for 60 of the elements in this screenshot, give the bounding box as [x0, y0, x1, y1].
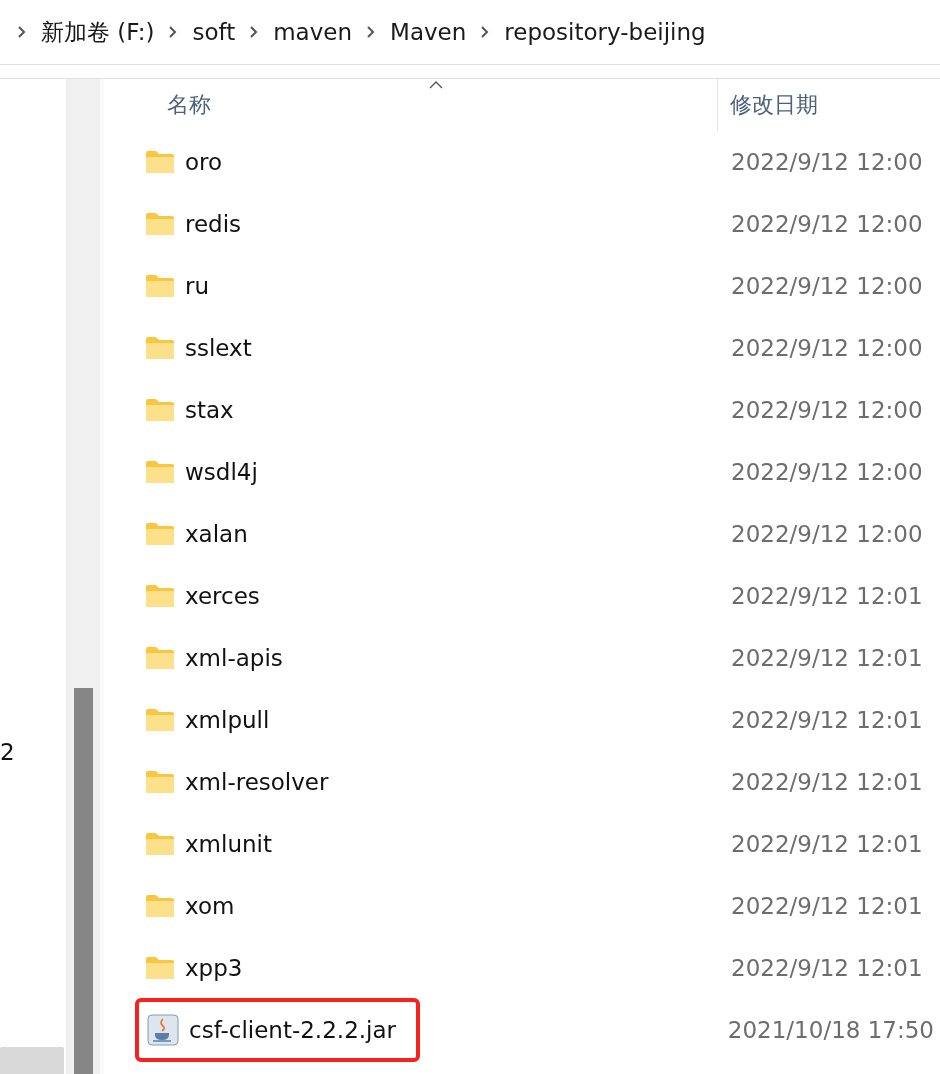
- breadcrumb-item[interactable]: soft: [192, 19, 236, 45]
- modified-date: 2022/9/12 12:00: [731, 397, 923, 423]
- scrollbar-thumb[interactable]: [73, 688, 93, 1074]
- breadcrumb-item[interactable]: Maven: [390, 19, 467, 45]
- folder-icon: [145, 150, 175, 174]
- file-name[interactable]: xalan: [185, 521, 248, 547]
- java-file-icon: [147, 1014, 179, 1046]
- folder-icon: [145, 708, 175, 732]
- modified-date: 2022/9/12 12:01: [731, 831, 923, 857]
- folder-icon: [145, 398, 175, 422]
- modified-date: 2022/9/12 12:00: [731, 149, 923, 175]
- modified-date: 2022/9/12 12:01: [731, 893, 923, 919]
- breadcrumb-item[interactable]: maven: [273, 19, 353, 45]
- modified-date: 2022/9/12 12:00: [731, 459, 923, 485]
- column-header[interactable]: 名称: [167, 90, 211, 120]
- file-name[interactable]: xpp3: [185, 955, 243, 981]
- scrollbar[interactable]: [0, 1047, 64, 1074]
- folder-icon: [145, 522, 175, 546]
- breadcrumb-item[interactable]: 新加卷 (F:): [41, 16, 155, 48]
- folder-icon: [145, 770, 175, 794]
- modified-date: 2022/9/12 12:01: [731, 645, 923, 671]
- folder-icon: [145, 956, 175, 980]
- file-name[interactable]: oro: [185, 149, 223, 175]
- folder-icon: [145, 832, 175, 856]
- folder-icon: [145, 460, 175, 484]
- folder-icon: [145, 894, 175, 918]
- modified-date: 2022/9/12 12:00: [731, 273, 923, 299]
- chevron-right-icon: [249, 25, 260, 39]
- folder-icon: [145, 212, 175, 236]
- column-header[interactable]: 修改日期: [730, 90, 818, 120]
- file-name[interactable]: redis: [185, 211, 242, 237]
- modified-date: 2022/9/12 12:01: [731, 769, 923, 795]
- modified-date: 2022/9/12 12:00: [731, 335, 923, 361]
- folder-icon: [145, 584, 175, 608]
- folder-icon: [145, 646, 175, 670]
- file-name[interactable]: ru: [185, 273, 210, 299]
- folder-icon: [145, 336, 175, 360]
- file-name[interactable]: stax: [185, 397, 234, 423]
- file-name[interactable]: xmlpull: [185, 707, 270, 733]
- breadcrumb-item[interactable]: repository-beijing: [504, 19, 706, 45]
- folder-icon: [145, 274, 175, 298]
- file-name[interactable]: xmlunit: [185, 831, 272, 857]
- modified-date: 2022/9/12 12:00: [731, 211, 923, 237]
- modified-date: 2022/9/12 12:01: [731, 955, 923, 981]
- modified-date: 2021/10/18 17:50: [727, 1017, 934, 1043]
- modified-date: 2022/9/12 12:01: [731, 707, 923, 733]
- modified-date: 2022/9/12 12:01: [731, 583, 923, 609]
- chevron-right-icon: [17, 25, 27, 39]
- chevron-right-icon: [480, 25, 491, 39]
- chevron-right-icon: [168, 25, 179, 39]
- file-name[interactable]: csf-client-2.2.2.jar: [189, 1017, 396, 1043]
- file-name[interactable]: xom: [185, 893, 235, 919]
- nav-item[interactable]: 2: [0, 79, 66, 765]
- modified-date: 2022/9/12 12:00: [731, 521, 923, 547]
- file-name[interactable]: xml-apis: [185, 645, 283, 671]
- file-name[interactable]: xerces: [185, 583, 260, 609]
- file-name[interactable]: sslext: [185, 335, 252, 361]
- file-name[interactable]: xml-resolver: [185, 769, 329, 795]
- chevron-right-icon: [366, 25, 377, 39]
- file-name[interactable]: wsdl4j: [185, 459, 258, 485]
